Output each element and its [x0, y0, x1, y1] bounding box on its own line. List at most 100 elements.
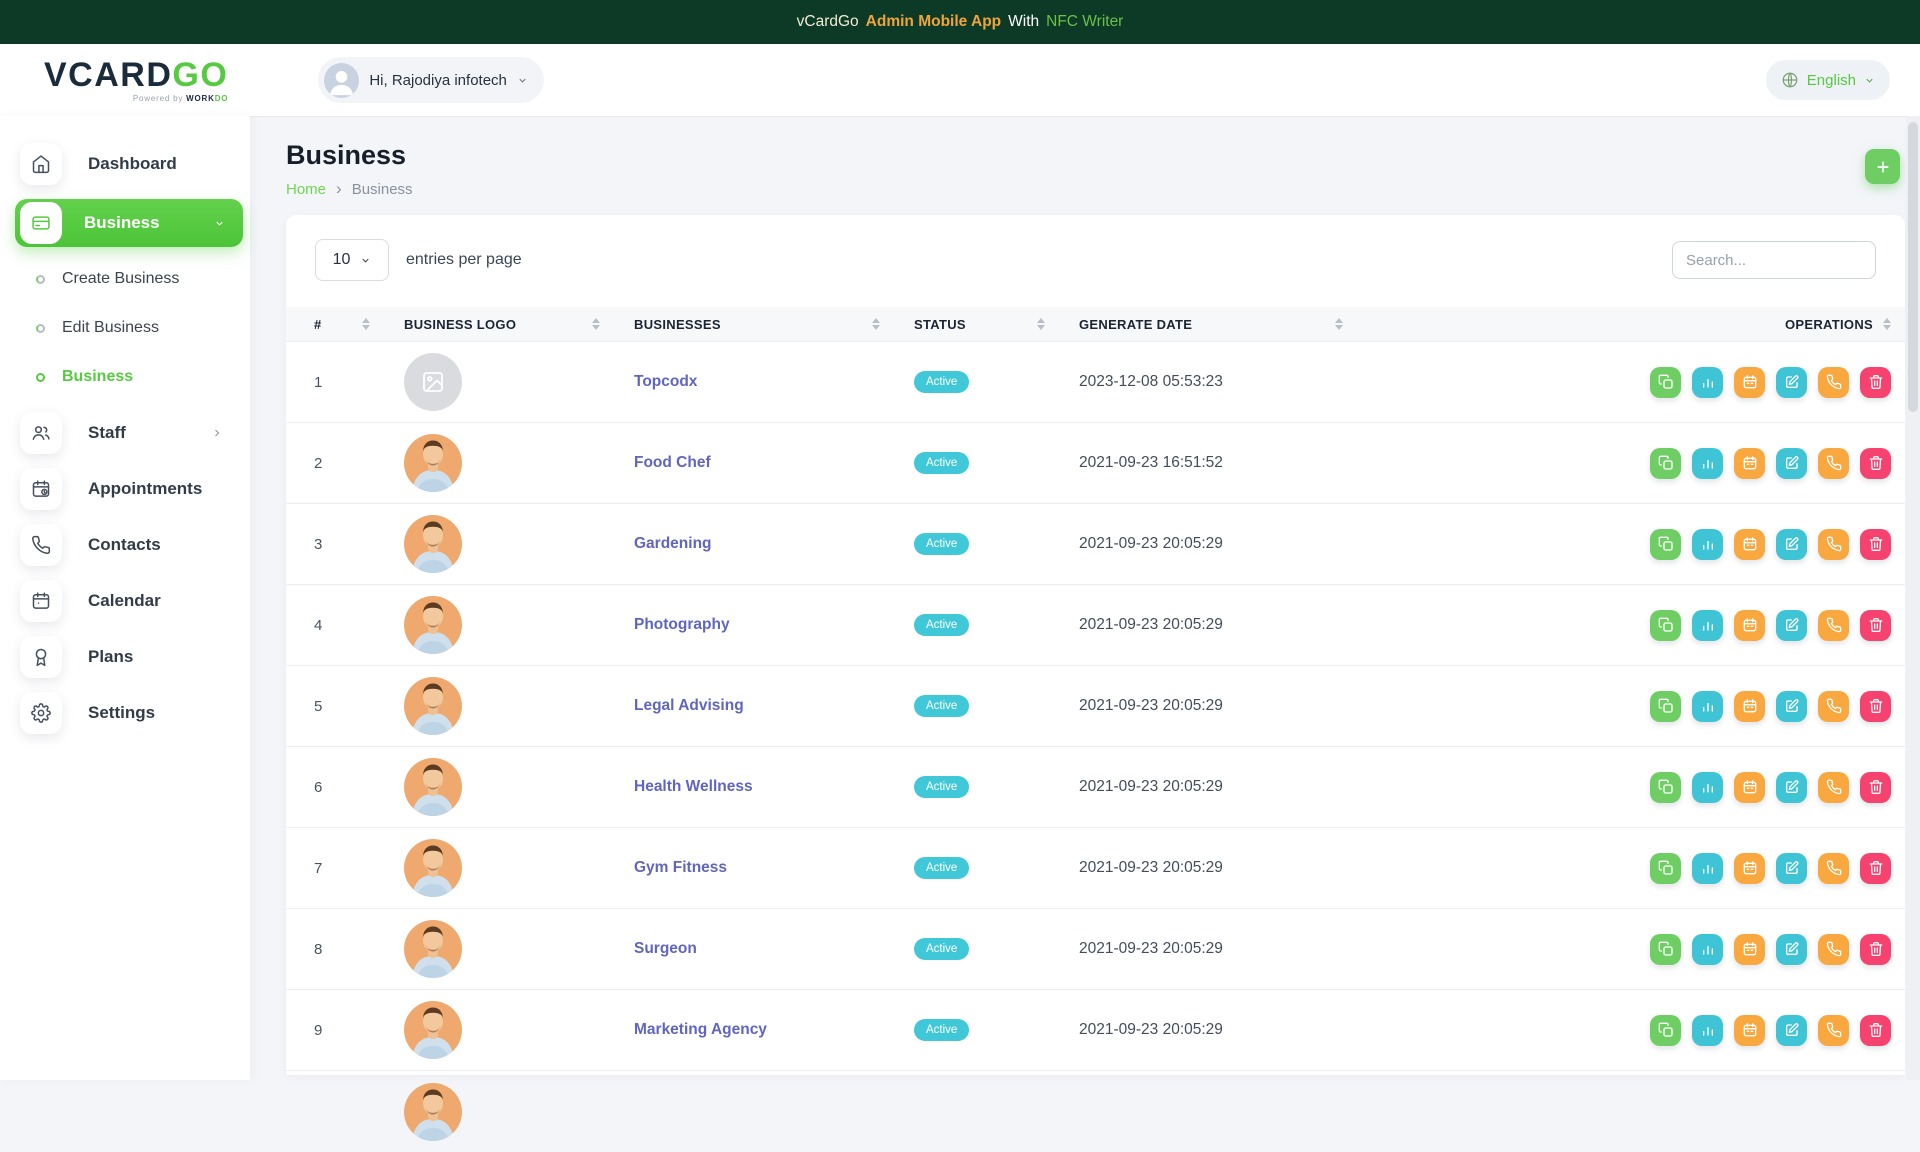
contact-button[interactable]	[1818, 529, 1849, 560]
duplicate-button[interactable]	[1650, 853, 1681, 884]
appointment-button[interactable]	[1734, 772, 1765, 803]
scrollbar-thumb[interactable]	[1908, 122, 1918, 412]
business-link[interactable]: Gym Fitness	[634, 859, 727, 876]
analytics-button[interactable]	[1692, 367, 1723, 398]
analytics-button[interactable]	[1692, 1015, 1723, 1046]
delete-button[interactable]	[1860, 691, 1891, 722]
edit-button[interactable]	[1776, 772, 1807, 803]
edit-button[interactable]	[1776, 691, 1807, 722]
sidebar-subitem-business[interactable]: Business	[0, 357, 250, 397]
column-header-business-logo[interactable]: BUSINESS LOGO	[404, 317, 634, 332]
business-link[interactable]: Gardening	[634, 535, 712, 552]
duplicate-button[interactable]	[1650, 367, 1681, 398]
column-header-num[interactable]: #	[314, 317, 404, 332]
delete-button[interactable]	[1860, 853, 1891, 884]
contact-button[interactable]	[1818, 1015, 1849, 1046]
business-logo-cell	[404, 1001, 634, 1059]
appointment-button[interactable]	[1734, 367, 1765, 398]
delete-button[interactable]	[1860, 610, 1891, 641]
sidebar-item-plans[interactable]: Plans	[20, 636, 250, 678]
delete-button[interactable]	[1860, 934, 1891, 965]
business-link[interactable]: Photography	[634, 616, 730, 633]
edit-button[interactable]	[1776, 448, 1807, 479]
delete-button[interactable]	[1860, 529, 1891, 560]
duplicate-button[interactable]	[1650, 448, 1681, 479]
sort-icon[interactable]	[592, 318, 600, 330]
contact-button[interactable]	[1818, 691, 1849, 722]
user-menu[interactable]: Hi, Rajodiya infotech	[318, 57, 544, 103]
column-header-businesses[interactable]: BUSINESSES	[634, 317, 914, 332]
business-link[interactable]: Topcodx	[634, 373, 697, 390]
sidebar-item-settings[interactable]: Settings	[20, 692, 250, 734]
edit-button[interactable]	[1776, 853, 1807, 884]
search-input[interactable]	[1672, 241, 1876, 279]
appointment-button[interactable]	[1734, 853, 1765, 884]
analytics-button[interactable]	[1692, 529, 1723, 560]
appointment-button[interactable]	[1734, 529, 1765, 560]
sort-icon[interactable]	[872, 318, 880, 330]
entries-per-page-select[interactable]: 10	[315, 239, 389, 281]
duplicate-button[interactable]	[1650, 691, 1681, 722]
sidebar-item-staff[interactable]: Staff	[20, 412, 250, 454]
edit-button[interactable]	[1776, 529, 1807, 560]
edit-button[interactable]	[1776, 610, 1807, 641]
contact-button[interactable]	[1818, 610, 1849, 641]
analytics-button[interactable]	[1692, 853, 1723, 884]
analytics-button[interactable]	[1692, 610, 1723, 641]
duplicate-button[interactable]	[1650, 934, 1681, 965]
analytics-button[interactable]	[1692, 691, 1723, 722]
sidebar-subitem-edit-business[interactable]: Edit Business	[0, 308, 250, 348]
add-business-button[interactable]	[1865, 149, 1900, 184]
column-header-status[interactable]: STATUS	[914, 317, 1079, 332]
sort-icon[interactable]	[362, 318, 370, 330]
column-header-label: BUSINESSES	[634, 317, 721, 332]
sidebar-subitem-create-business[interactable]: Create Business	[0, 259, 250, 299]
sidebar-subitem-label: Edit Business	[62, 319, 159, 337]
edit-button[interactable]	[1776, 367, 1807, 398]
breadcrumb-home-link[interactable]: Home	[286, 181, 326, 198]
appointment-button[interactable]	[1734, 1015, 1765, 1046]
brand-logo[interactable]: VCARDGO Powered by WORKDO	[44, 58, 228, 103]
duplicate-button[interactable]	[1650, 1015, 1681, 1046]
duplicate-button[interactable]	[1650, 610, 1681, 641]
business-link[interactable]: Food Chef	[634, 454, 711, 471]
column-header-operations[interactable]: OPERATIONS	[1359, 317, 1905, 332]
contact-button[interactable]	[1818, 448, 1849, 479]
sidebar-item-business[interactable]: Business	[15, 199, 243, 247]
sidebar-item-appointments[interactable]: Appointments	[20, 468, 250, 510]
column-header-generate-date[interactable]: GENERATE DATE	[1079, 317, 1359, 332]
business-link[interactable]: Surgeon	[634, 940, 697, 957]
duplicate-button[interactable]	[1650, 772, 1681, 803]
business-link[interactable]: Health Wellness	[634, 778, 753, 795]
contact-button[interactable]	[1818, 853, 1849, 884]
sidebar-item-dashboard[interactable]: Dashboard	[20, 143, 250, 185]
delete-button[interactable]	[1860, 1015, 1891, 1046]
analytics-button[interactable]	[1692, 448, 1723, 479]
sort-icon[interactable]	[1335, 318, 1343, 330]
sort-icon[interactable]	[1037, 318, 1045, 330]
operations-cell	[1359, 934, 1905, 965]
sidebar-item-contacts[interactable]: Contacts	[20, 524, 250, 566]
appointment-button[interactable]	[1734, 448, 1765, 479]
appointment-button[interactable]	[1734, 934, 1765, 965]
appointment-button[interactable]	[1734, 610, 1765, 641]
sidebar-item-calendar[interactable]: Calendar	[20, 580, 250, 622]
delete-button[interactable]	[1860, 448, 1891, 479]
topbar-feature: NFC Writer	[1046, 13, 1123, 31]
contact-button[interactable]	[1818, 772, 1849, 803]
duplicate-button[interactable]	[1650, 529, 1681, 560]
delete-button[interactable]	[1860, 772, 1891, 803]
delete-button[interactable]	[1860, 367, 1891, 398]
business-link[interactable]: Legal Advising	[634, 697, 744, 714]
contact-button[interactable]	[1818, 367, 1849, 398]
contact-button[interactable]	[1818, 934, 1849, 965]
analytics-button[interactable]	[1692, 772, 1723, 803]
edit-button[interactable]	[1776, 934, 1807, 965]
sort-icon[interactable]	[1883, 318, 1891, 330]
analytics-button[interactable]	[1692, 934, 1723, 965]
business-link[interactable]: Marketing Agency	[634, 1021, 767, 1038]
edit-button[interactable]	[1776, 1015, 1807, 1046]
appointment-button[interactable]	[1734, 691, 1765, 722]
language-selector[interactable]: English	[1766, 60, 1890, 100]
page-scrollbar[interactable]	[1906, 116, 1920, 1080]
